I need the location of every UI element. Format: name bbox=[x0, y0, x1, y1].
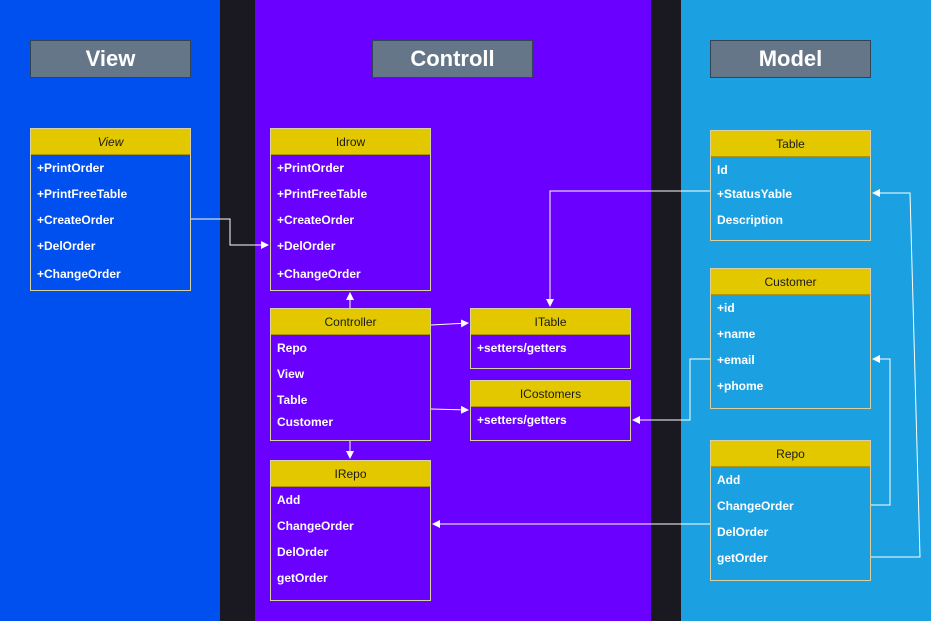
view-class-row: +DelOrder bbox=[37, 239, 96, 253]
controll-lane-title[interactable]: Controll bbox=[372, 40, 533, 78]
view-class-row: +PrintOrder bbox=[37, 161, 105, 175]
view-class-row: +PrintFreeTable bbox=[37, 187, 128, 201]
irepo-class-row: Add bbox=[277, 493, 301, 507]
controller-class-header: Controller bbox=[271, 309, 430, 335]
customer-class-row: +name bbox=[717, 327, 756, 341]
table-class-row: +StatusYable bbox=[717, 187, 793, 201]
controller-class[interactable]: Controller Repo View Table Customer bbox=[270, 308, 431, 441]
idrow-class-row: +ChangeOrder bbox=[277, 267, 361, 281]
irepo-class-row: ChangeOrder bbox=[277, 519, 354, 533]
idrow-class-row: +CreateOrder bbox=[277, 213, 355, 227]
irepo-class-row: DelOrder bbox=[277, 545, 329, 559]
view-class-row: +CreateOrder bbox=[37, 213, 115, 227]
repo-class-row: ChangeOrder bbox=[717, 499, 794, 513]
view-class-header: View bbox=[31, 129, 190, 155]
table-class-row: Description bbox=[717, 213, 784, 227]
repo-class-row: Add bbox=[717, 473, 741, 487]
icostomers-class-row: +setters/getters bbox=[477, 413, 567, 427]
idrow-class-row: +PrintOrder bbox=[277, 161, 345, 175]
customer-class-row: +id bbox=[717, 301, 735, 315]
view-lane-title[interactable]: View bbox=[30, 40, 191, 78]
customer-class-row: +phome bbox=[717, 379, 764, 393]
idrow-class-row: +DelOrder bbox=[277, 239, 336, 253]
repo-class[interactable]: Repo Add ChangeOrder DelOrder getOrder bbox=[710, 440, 871, 581]
idrow-class[interactable]: Idrow +PrintOrder +PrintFreeTable +Creat… bbox=[270, 128, 431, 291]
view-class[interactable]: View +PrintOrder +PrintFreeTable +Create… bbox=[30, 128, 191, 291]
model-lane-title[interactable]: Model bbox=[710, 40, 871, 78]
irepo-class-header: IRepo bbox=[271, 461, 430, 487]
controller-class-row: Table bbox=[277, 393, 308, 407]
customer-class-header: Customer bbox=[711, 269, 870, 295]
repo-class-header: Repo bbox=[711, 441, 870, 467]
view-lane bbox=[0, 0, 220, 621]
itable-class[interactable]: ITable +setters/getters bbox=[470, 308, 631, 369]
controller-class-row: Repo bbox=[277, 341, 307, 355]
table-class-row: Id bbox=[717, 163, 728, 177]
irepo-class[interactable]: IRepo Add ChangeOrder DelOrder getOrder bbox=[270, 460, 431, 601]
table-class[interactable]: Table Id +StatusYable Description bbox=[710, 130, 871, 241]
idrow-class-row: +PrintFreeTable bbox=[277, 187, 368, 201]
itable-class-row: +setters/getters bbox=[477, 341, 567, 355]
controller-class-row: View bbox=[277, 367, 305, 381]
customer-class-row: +email bbox=[717, 353, 755, 367]
icostomers-class-header: ICostomers bbox=[471, 381, 630, 407]
itable-class-header: ITable bbox=[471, 309, 630, 335]
repo-class-row: DelOrder bbox=[717, 525, 769, 539]
view-class-row: +ChangeOrder bbox=[37, 267, 121, 281]
controller-class-row: Customer bbox=[277, 415, 334, 429]
icostomers-class[interactable]: ICostomers +setters/getters bbox=[470, 380, 631, 441]
irepo-class-row: getOrder bbox=[277, 571, 328, 585]
customer-class[interactable]: Customer +id +name +email +phome bbox=[710, 268, 871, 409]
table-class-header: Table bbox=[711, 131, 870, 157]
idrow-class-header: Idrow bbox=[271, 129, 430, 155]
repo-class-row: getOrder bbox=[717, 551, 768, 565]
